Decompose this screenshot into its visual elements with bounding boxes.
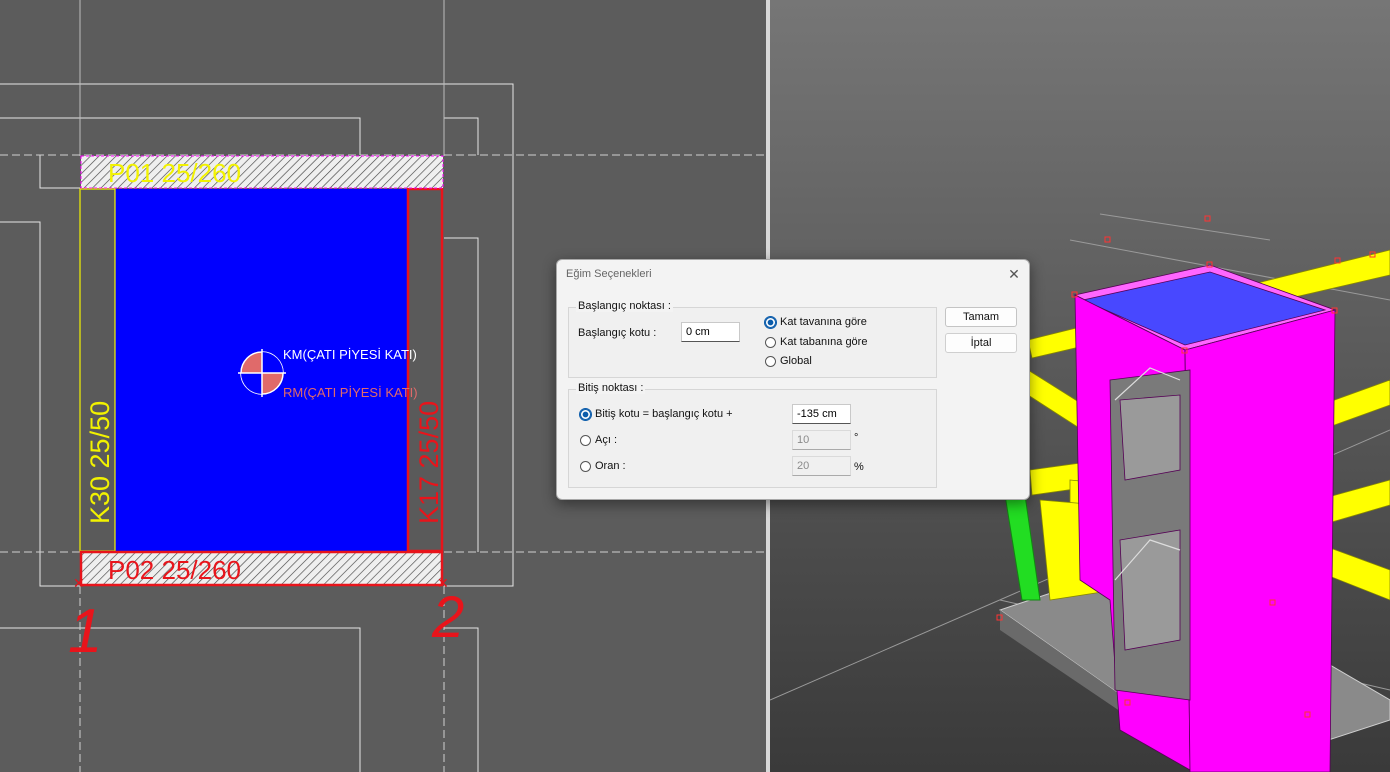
end-point-group: Bitiş noktası : Bitiş kotu = başlangıç k… xyxy=(568,382,937,488)
axis-number-2: 2 xyxy=(431,585,464,650)
green-column xyxy=(1004,494,1041,601)
radio-floor-ceiling[interactable] xyxy=(764,316,777,329)
radio-end-level[interactable] xyxy=(579,408,592,421)
ok-button[interactable]: Tamam xyxy=(945,307,1017,327)
cancel-button[interactable]: İptal xyxy=(945,333,1017,353)
start-level-label: Başlangıç kotu : xyxy=(578,327,657,339)
radio-floor-ceiling-label[interactable]: Kat tavanına göre xyxy=(780,316,867,328)
radio-floor-base-label[interactable]: Kat tabanına göre xyxy=(780,336,867,348)
radio-global-label[interactable]: Global xyxy=(780,355,812,367)
start-level-input[interactable] xyxy=(681,322,740,342)
slope-options-dialog: Eğim Seçenekleri ✕ Başlangıç noktası : B… xyxy=(556,259,1030,500)
start-point-group: Başlangıç noktası : Başlangıç kotu : Kat… xyxy=(568,300,937,378)
angle-input[interactable] xyxy=(792,430,851,450)
start-group-title: Başlangıç noktası : xyxy=(576,300,673,312)
ratio-unit: % xyxy=(854,461,864,473)
radio-angle[interactable] xyxy=(580,435,591,446)
ratio-input[interactable] xyxy=(792,456,851,476)
angle-label[interactable]: Açı : xyxy=(595,434,617,446)
beam-bottom-label: P02 25/260 xyxy=(108,555,241,585)
end-level-label[interactable]: Bitiş kotu = başlangıç kotu + xyxy=(595,408,733,420)
column-right-label: K17 25/50 xyxy=(414,401,444,524)
corner-marker-icon: ✕ xyxy=(73,575,85,591)
end-group-title: Bitiş noktası : xyxy=(576,382,646,394)
dialog-title: Eğim Seçenekleri xyxy=(566,268,652,280)
column-left-label: K30 25/50 xyxy=(85,401,115,524)
radio-ratio[interactable] xyxy=(580,461,591,472)
angle-unit: ° xyxy=(854,432,859,444)
beam-top-label: P01 25/260 xyxy=(108,158,241,188)
mass-center-label: KM(ÇATI PİYESİ KATI) xyxy=(283,347,417,362)
radio-floor-base[interactable] xyxy=(765,337,776,348)
end-level-input[interactable] xyxy=(792,404,851,424)
ratio-label[interactable]: Oran : xyxy=(595,460,626,472)
close-button[interactable]: ✕ xyxy=(1003,263,1025,285)
radio-global[interactable] xyxy=(765,356,776,367)
close-icon: ✕ xyxy=(1008,266,1020,282)
rigidity-center-label: RM(ÇATI PİYESİ KATI) xyxy=(283,385,418,400)
axis-number-1: 1 xyxy=(68,597,102,666)
